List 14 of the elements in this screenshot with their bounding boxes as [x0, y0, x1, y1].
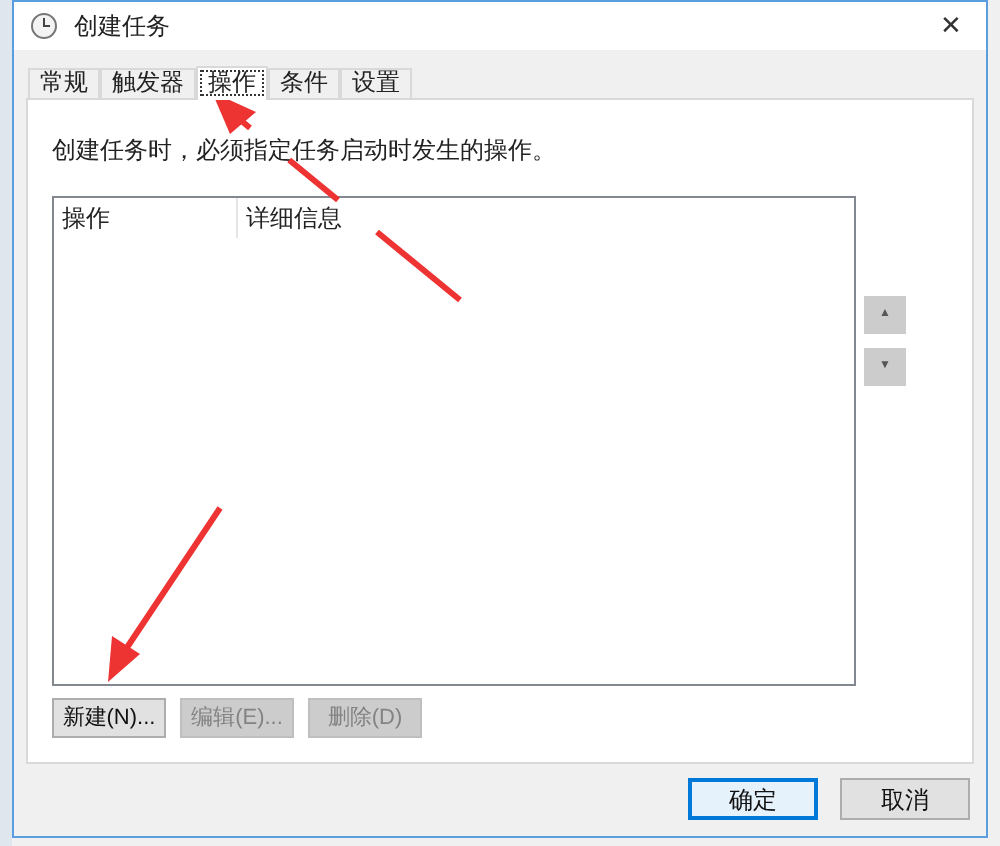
close-button[interactable]: ✕ [932, 6, 970, 46]
dialog-button[interactable]: 确定 [688, 778, 818, 820]
action-button[interactable]: 新建(N)... [52, 698, 166, 738]
tab[interactable]: 触发器 [100, 68, 196, 98]
tab[interactable]: 常规 [28, 68, 100, 98]
tab[interactable]: 设置 [340, 68, 412, 98]
dialog-button[interactable]: 取消 [840, 778, 970, 820]
description-text: 创建任务时，必须指定任务启动时发生的操作。 [52, 134, 558, 168]
tab[interactable]: 操作 [196, 66, 268, 100]
clock-icon [30, 12, 58, 40]
column-header[interactable]: 详细信息 [238, 198, 350, 238]
column-header[interactable]: 操作 [54, 198, 238, 238]
window-title: 创建任务 [74, 10, 172, 44]
tab[interactable]: 条件 [268, 68, 340, 98]
